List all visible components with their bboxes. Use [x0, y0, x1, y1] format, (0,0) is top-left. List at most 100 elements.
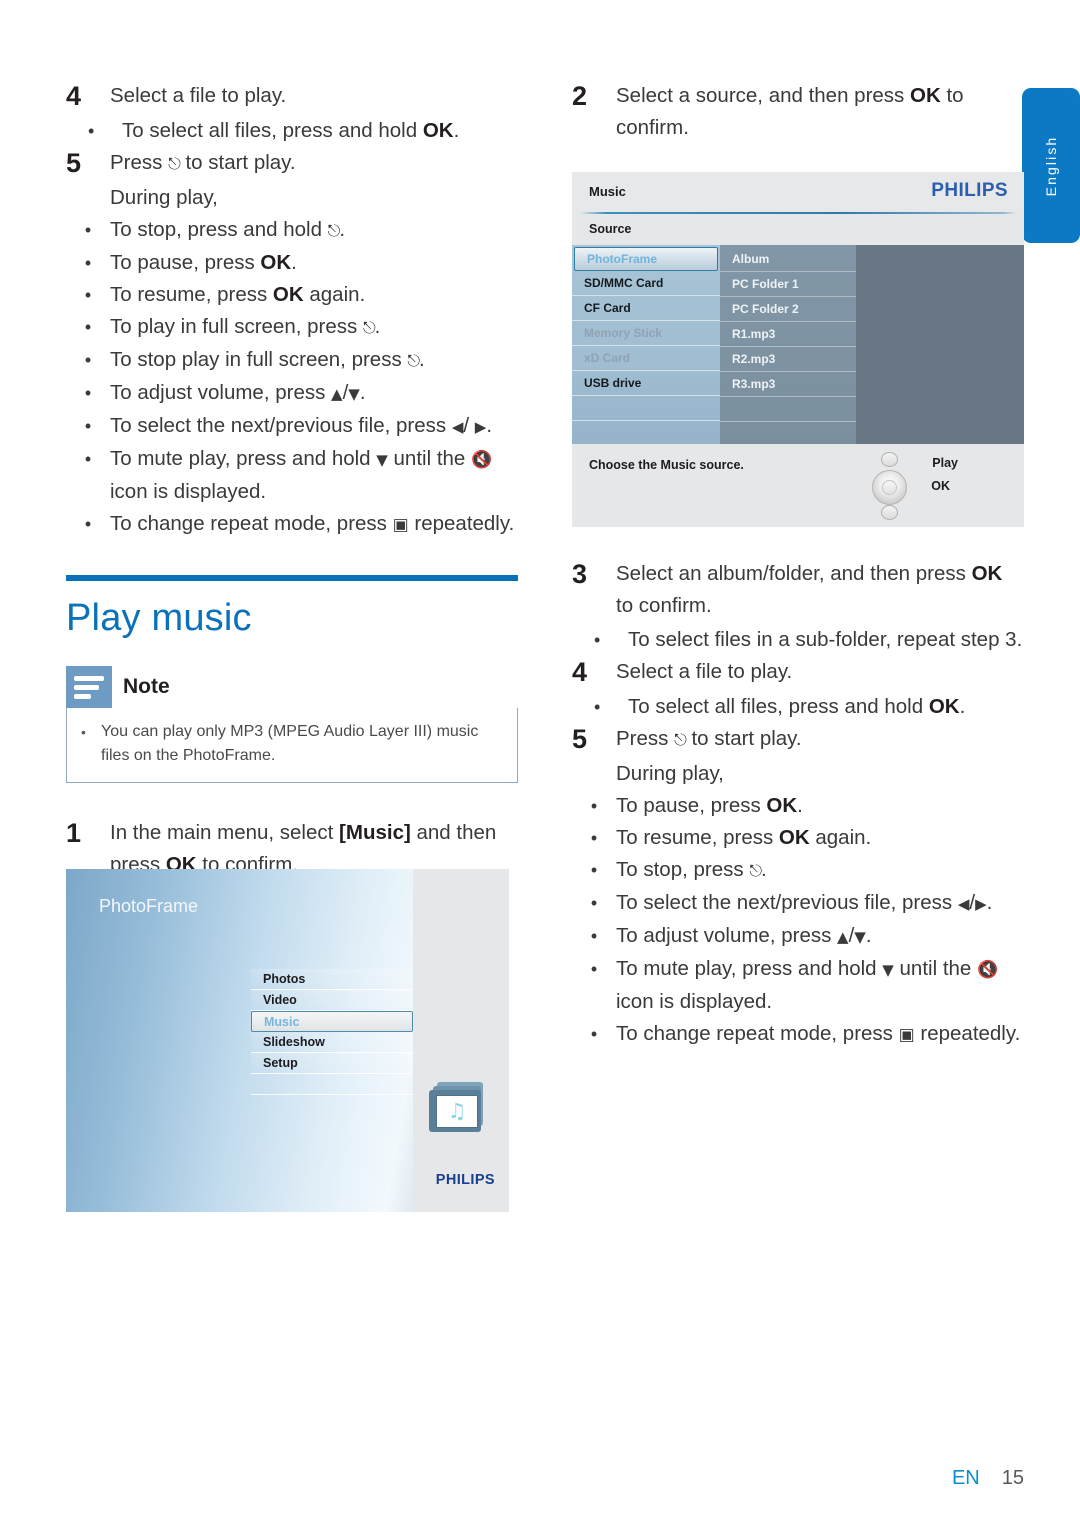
bullet-dot: • [84, 449, 92, 469]
list-item: • To play in full screen, press ⎋. [66, 311, 518, 344]
bullet-text: To select all files, press and hold OK. [122, 119, 460, 142]
step-number: 3 [572, 559, 588, 589]
album-item-pcfolder2[interactable]: PC Folder 2 [720, 297, 856, 322]
arrow-down-icon: ▼ [348, 385, 360, 403]
album-item-r2mp3[interactable]: R2.mp3 [720, 347, 856, 372]
bullet-dot: • [88, 121, 95, 141]
step-4: 4 Select a file to play. [66, 80, 518, 113]
page-footer: EN 15 [952, 1467, 1024, 1490]
play-slideshow-icon: ⎋ [327, 221, 341, 240]
page-title: Play music [66, 597, 252, 639]
list-item: • To resume, press OK again. [572, 822, 1024, 854]
mute-icon: 🔇 [471, 450, 493, 470]
folder-window: ♫ [436, 1095, 478, 1128]
album-column: Album PC Folder 1 PC Folder 2 R1.mp3 R2.… [720, 245, 856, 447]
menu-item-photos[interactable]: Photos [251, 969, 413, 990]
during-play-label: During play, [616, 762, 724, 785]
step-number: 4 [66, 81, 82, 111]
bullet-text: To play in full screen, press ⎋. [110, 315, 381, 338]
bullet-dot: • [84, 317, 92, 337]
philips-logo: PHILIPS [931, 180, 1008, 201]
bullet-dot: • [84, 253, 92, 273]
list-item: • To change repeat mode, press ▣ repeate… [572, 1018, 1024, 1051]
philips-logo: PHILIPS [435, 1172, 495, 1188]
menu-item-setup[interactable]: Setup [251, 1053, 413, 1074]
album-item-album[interactable]: Album [720, 247, 856, 272]
step-text: Press ⎋ to start play. [616, 727, 802, 750]
music-note-icon: ♫ [447, 1099, 467, 1123]
bullet-dot: • [84, 220, 92, 240]
mute-icon: 🔇 [977, 960, 999, 980]
step-text: Press ⎋ to start play. [110, 151, 296, 174]
source-item-sdmmc[interactable]: SD/MMC Card [572, 271, 720, 296]
step-number: 2 [572, 81, 588, 111]
bullet-text: To mute play, press and hold ▼ until the… [110, 447, 493, 503]
bullet-text: To adjust volume, press ▲/▼. [616, 924, 872, 947]
step-number: 4 [572, 657, 588, 687]
list-item: • To stop, press and hold ⎋. [66, 214, 518, 247]
arrow-down-icon: ▼ [376, 451, 388, 469]
source-item-empty [572, 396, 720, 421]
arrow-down-icon: ▼ [882, 961, 894, 979]
step-number: 5 [66, 148, 82, 178]
play-button-label: Play [932, 456, 958, 470]
list-item: • To stop play in full screen, press ⎋. [66, 344, 518, 377]
source-body: PhotoFrame SD/MMC Card CF Card Memory St… [572, 245, 1024, 447]
bullet-dot: • [590, 959, 598, 979]
step-text: Select an album/folder, and then press O… [616, 562, 1003, 617]
list-item: • To adjust volume, press ▲/▼. [572, 920, 1024, 953]
bullet-text: To pause, press OK. [616, 794, 803, 817]
menu-list-icon: ▣ [392, 515, 409, 535]
source-item-memorystick: Memory Stick [572, 321, 720, 346]
album-item-r1mp3[interactable]: R1.mp3 [720, 322, 856, 347]
play-slideshow-icon: ⎋ [674, 730, 687, 749]
menu-item-video[interactable]: Video [251, 990, 413, 1011]
list-item: • To adjust volume, press ▲/▼. [66, 377, 518, 410]
bullet-dot: • [84, 350, 92, 370]
list-item: • To select the next/previous file, pres… [66, 410, 518, 443]
language-tab: English [1022, 88, 1080, 243]
ok-button-label: OK [931, 479, 950, 493]
list-item: • To pause, press OK. [572, 790, 1024, 822]
nav-down-button[interactable] [881, 505, 898, 520]
step-2: 2 Select a source, and then press OK to … [572, 80, 1024, 144]
music-folder-icon: ♫ [429, 1082, 487, 1134]
source-item-usb[interactable]: USB drive [572, 371, 720, 396]
nav-up-button[interactable] [881, 452, 898, 467]
ok-button[interactable] [872, 470, 907, 505]
source-screen-header: Music PHILIPS [572, 172, 1024, 212]
bullet-dot: • [590, 828, 598, 848]
source-item-photoframe[interactable]: PhotoFrame [574, 247, 718, 271]
list-item: • To select the next/previous file, pres… [572, 887, 1024, 920]
note-text: You can play only MP3 (MPEG Audio Layer … [101, 723, 479, 764]
bullet-text: To select the next/previous file, press … [616, 891, 993, 914]
right-column: 2 Select a source, and then press OK to … [572, 80, 1024, 146]
bullet-dot: • [81, 724, 86, 740]
arrow-down-icon: ▼ [854, 928, 866, 946]
note-title: Note [123, 675, 170, 698]
step-3-bullet: • To select files in a sub-folder, repea… [572, 624, 1024, 656]
album-item-pcfolder1[interactable]: PC Folder 1 [720, 272, 856, 297]
source-label: Source [589, 222, 632, 236]
list-item: • To mute play, press and hold ▼ until t… [66, 443, 518, 508]
step-4: 4 Select a file to play. [572, 656, 1024, 689]
navigation-pad[interactable] [870, 452, 912, 520]
source-item-empty [572, 421, 720, 446]
manual-page: English 4 Select a file to play. • To se… [0, 0, 1080, 1528]
bullet-dot: • [590, 1024, 598, 1044]
arrow-left-icon: ◀ [957, 895, 970, 913]
screen-sidebar [413, 869, 509, 1212]
left-column: 4 Select a file to play. • To select all… [66, 80, 518, 883]
bullet-text: To stop, press and hold ⎋. [110, 218, 346, 241]
bullet-dot: • [594, 630, 601, 650]
album-item-empty [720, 397, 856, 422]
bullet-dot: • [594, 697, 601, 717]
menu-item-slideshow[interactable]: Slideshow [251, 1032, 413, 1053]
album-item-r3mp3[interactable]: R3.mp3 [720, 372, 856, 397]
menu-item-music[interactable]: Music [251, 1011, 413, 1032]
source-item-cf[interactable]: CF Card [572, 296, 720, 321]
bullet-text: To resume, press OK again. [110, 283, 366, 306]
arrow-up-icon: ▲ [331, 385, 343, 403]
list-item: • To pause, press OK. [66, 247, 518, 279]
step-number: 5 [572, 724, 588, 754]
